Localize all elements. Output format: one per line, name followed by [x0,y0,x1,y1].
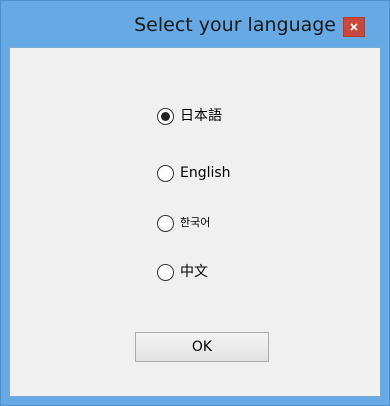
language-option-label: 日本語 [180,108,222,124]
title-bar[interactable]: Select your language [1,1,389,46]
close-icon [350,23,358,31]
ok-button[interactable]: OK [135,332,269,362]
dialog-client-area: 日本語 English 한국어 中文 OK [9,47,381,397]
language-option-english[interactable]: English [157,164,231,182]
language-option-chinese[interactable]: 中文 [157,263,208,281]
radio-button-korean[interactable] [157,214,174,232]
language-option-label: 中文 [180,264,208,280]
close-button[interactable] [343,17,365,37]
radio-button-chinese[interactable] [157,263,174,281]
language-option-korean[interactable]: 한국어 [157,214,210,232]
language-option-japanese[interactable]: 日本語 [157,107,222,125]
language-option-label: English [180,165,231,181]
radio-button-english[interactable] [157,164,174,182]
window-title: Select your language [134,14,336,36]
language-option-label: 한국어 [180,216,211,229]
radio-button-japanese[interactable] [157,107,174,125]
language-dialog-window: Select your language 日本語 English 한국어 中文 … [0,0,390,406]
